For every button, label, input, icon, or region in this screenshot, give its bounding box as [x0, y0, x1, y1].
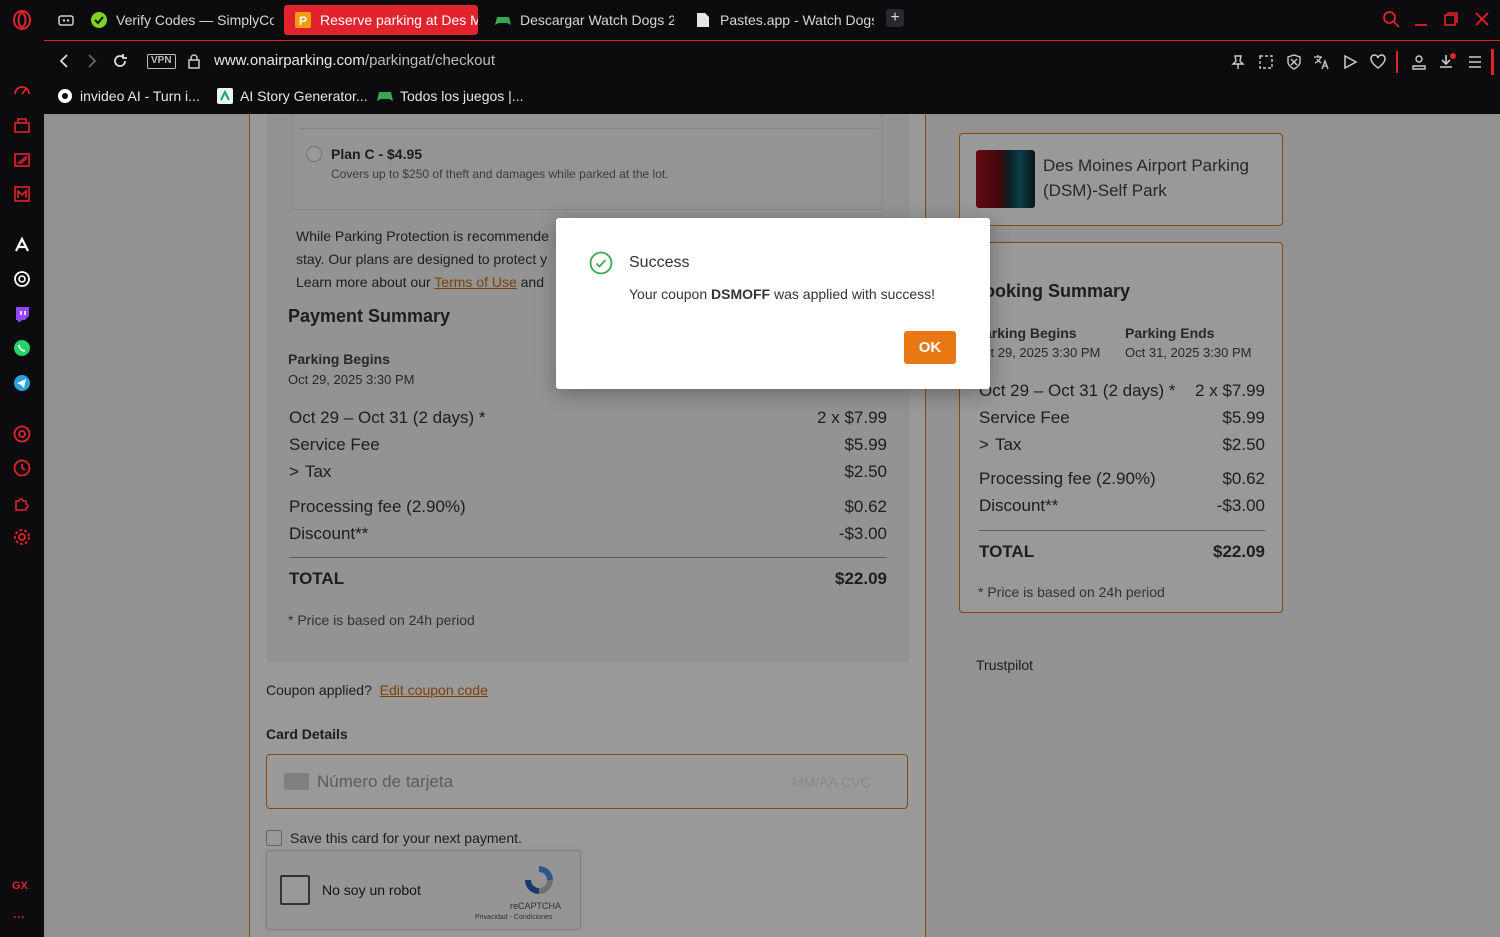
bookmark-ai-story[interactable]: AI Story Generator...: [216, 87, 368, 105]
gx-control-icon[interactable]: [11, 114, 33, 136]
bookmarks-bar: invideo AI - Turn i... AI Story Generato…: [44, 80, 1500, 114]
onairparking-favicon-icon: P: [294, 11, 312, 29]
bookmark-invideo[interactable]: invideo AI - Turn i...: [56, 87, 200, 105]
vpn-badge[interactable]: VPN: [147, 54, 176, 69]
document-favicon-icon: [694, 11, 712, 29]
settings-gear-icon[interactable]: [11, 526, 33, 548]
bookmark-label: invideo AI - Turn i...: [80, 88, 200, 104]
whatsapp-icon[interactable]: [11, 337, 33, 359]
twitch-icon[interactable]: [11, 303, 33, 325]
tab-verify-codes[interactable]: Verify Codes — SimplyCo: [80, 5, 274, 35]
tab-pastes-app[interactable]: Pastes.app - Watch Dogs: [684, 5, 874, 35]
extensions-icon[interactable]: [11, 492, 33, 514]
url-path: /parkingat/checkout: [364, 52, 495, 69]
bookmark-label: Todos los juegos |...: [400, 88, 524, 104]
lock-icon[interactable]: [184, 51, 204, 71]
success-dialog: Success Your coupon DSMOFF was applied w…: [556, 218, 990, 389]
url-host: www.onairparking.com: [214, 52, 365, 69]
tab-label: Descargar Watch Dogs 2: [520, 12, 674, 28]
coupon-code: DSMOFF: [711, 286, 771, 302]
ai-story-favicon-icon: [216, 87, 234, 105]
telegram-icon[interactable]: [11, 372, 33, 394]
pin-icon[interactable]: [1228, 52, 1248, 72]
adblock-icon[interactable]: [1284, 52, 1304, 72]
tab-label: Reserve parking at Des M: [320, 12, 478, 28]
gamepad-favicon-icon: [376, 87, 394, 105]
aria-ai-icon[interactable]: [11, 234, 33, 256]
search-icon[interactable]: [1380, 8, 1402, 30]
simplycodes-favicon-icon: [90, 11, 108, 29]
reload-icon[interactable]: [110, 51, 130, 71]
download-icon[interactable]: [1437, 52, 1457, 72]
tab-label: Verify Codes — SimplyCo: [116, 12, 274, 28]
gx-label[interactable]: GX: [12, 880, 28, 892]
snapshot-icon[interactable]: [1256, 52, 1276, 72]
tab-label: Pastes.app - Watch Dogs: [720, 12, 874, 28]
address-bar: VPN www.onairparking.com/parkingat/check…: [44, 40, 1500, 80]
url-field[interactable]: www.onairparking.com/parkingat/checkout: [214, 52, 495, 69]
easy-setup-icon[interactable]: [1465, 52, 1485, 72]
bookmark-todos-juegos[interactable]: Todos los juegos |...: [376, 87, 523, 105]
invideo-favicon-icon: [56, 87, 74, 105]
tab-reserve-parking[interactable]: P Reserve parking at Des M: [284, 5, 478, 35]
profile-icon[interactable]: [1409, 52, 1429, 72]
minimize-icon[interactable]: [1410, 8, 1432, 30]
chatgpt-icon[interactable]: [11, 268, 33, 290]
dialog-message-post: was applied with success!: [770, 286, 936, 302]
sidebar-more-icon[interactable]: ···: [13, 910, 25, 924]
forward-icon[interactable]: [82, 51, 102, 71]
speed-dial-icon[interactable]: [11, 80, 33, 102]
heart-icon[interactable]: [1368, 52, 1388, 72]
restore-icon[interactable]: [1440, 8, 1462, 30]
gx-corner-icon[interactable]: [11, 149, 33, 171]
opera-logo-icon[interactable]: [11, 9, 33, 31]
gamepad-favicon-icon: [494, 11, 512, 29]
svg-text:P: P: [299, 14, 307, 28]
back-icon[interactable]: [54, 51, 74, 71]
ok-button[interactable]: OK: [904, 331, 956, 364]
translate-icon[interactable]: [1312, 52, 1332, 72]
dialog-message: Your coupon DSMOFF was applied with succ…: [629, 286, 935, 302]
music-player-icon[interactable]: [11, 423, 33, 445]
bookmark-label: AI Story Generator...: [240, 88, 368, 104]
close-icon[interactable]: [1471, 8, 1493, 30]
browser-sidebar: GX ···: [0, 0, 44, 937]
new-tab-button[interactable]: +: [886, 9, 904, 27]
send-icon[interactable]: [1340, 52, 1360, 72]
workspaces-icon[interactable]: [52, 5, 80, 35]
toolbar-divider: [1396, 51, 1398, 73]
tab-bar: Verify Codes — SimplyCo P Reserve parkin…: [44, 0, 1500, 40]
tab-descargar-watch-dogs[interactable]: Descargar Watch Dogs 2: [484, 5, 674, 35]
dialog-message-pre: Your coupon: [629, 286, 711, 302]
dialog-title: Success: [629, 254, 690, 271]
history-icon[interactable]: [11, 457, 33, 479]
web-page: Plan C - $4.95 Covers up to $250 of thef…: [44, 114, 1500, 937]
right-edge-accent: [1491, 49, 1494, 75]
success-check-icon: [589, 251, 613, 275]
gmail-icon[interactable]: [11, 183, 33, 205]
